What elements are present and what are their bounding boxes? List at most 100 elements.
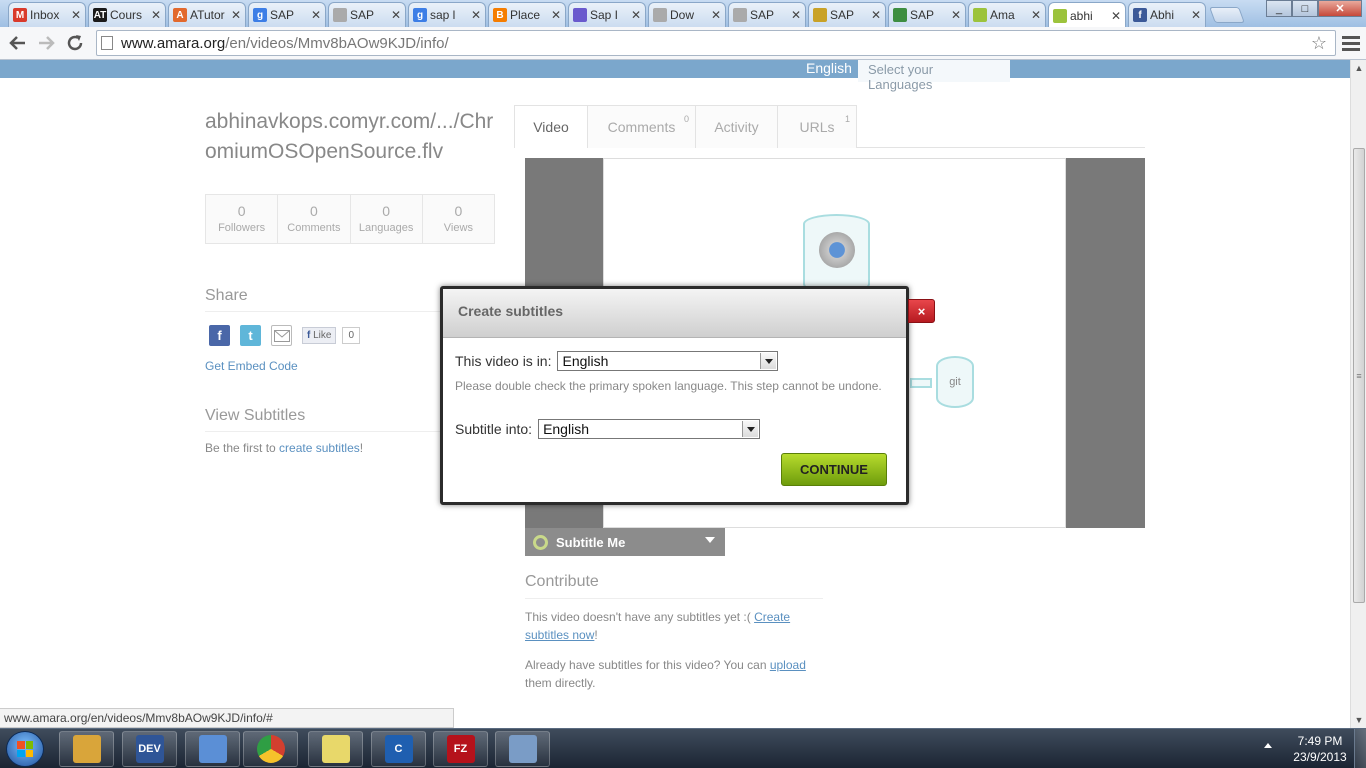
- taskbar-ccleaner[interactable]: C: [371, 731, 426, 767]
- minimize-button[interactable]: _: [1266, 0, 1292, 17]
- taskbar-chrome[interactable]: [243, 731, 298, 767]
- browser-tab[interactable]: A ATutor ✕: [168, 2, 246, 27]
- facebook-like-widget: f Like 0: [302, 327, 361, 344]
- scroll-up-arrow-icon[interactable]: ▲: [1351, 60, 1366, 76]
- subtitle-language-value: English: [543, 421, 589, 437]
- stat-views: 0 Views: [423, 195, 494, 243]
- browser-tab[interactable]: SAP ✕: [888, 2, 966, 27]
- browser-tab[interactable]: f Abhi ✕: [1128, 2, 1206, 27]
- current-language[interactable]: English: [806, 60, 852, 76]
- taskbar-dev[interactable]: DEV: [122, 731, 177, 767]
- video-language-select[interactable]: English: [557, 351, 779, 371]
- tab-video[interactable]: Video: [514, 105, 588, 148]
- database-graphic: [803, 214, 870, 294]
- scroll-down-arrow-icon[interactable]: ▼: [1351, 712, 1366, 728]
- tab-title: sap l: [430, 8, 456, 22]
- amara-icon: [973, 8, 987, 22]
- upload-prefix: Already have subtitles for this video? Y…: [525, 658, 770, 672]
- start-button[interactable]: [6, 731, 44, 767]
- upload-link[interactable]: upload: [770, 658, 806, 672]
- close-tab-icon[interactable]: ✕: [711, 8, 721, 22]
- tab-title: Sap I: [590, 8, 619, 22]
- maximize-button[interactable]: □: [1292, 0, 1318, 17]
- taskbar-filezilla[interactable]: FZ: [433, 731, 488, 767]
- select-languages-dropdown[interactable]: Select your Languages: [858, 60, 1010, 92]
- get-embed-code-link[interactable]: Get Embed Code: [205, 359, 298, 373]
- tab-comments[interactable]: Comments 0: [587, 105, 696, 148]
- tab-label: Activity: [714, 119, 759, 135]
- video-language-row: This video is in: English: [455, 351, 779, 371]
- show-desktop-button[interactable]: [1354, 729, 1366, 768]
- browser-tab[interactable]: SAP ✕: [808, 2, 886, 27]
- twitter-share-icon[interactable]: t: [240, 325, 261, 346]
- browser-tab[interactable]: AT Cours ✕: [88, 2, 166, 27]
- upload-suffix: them directly.: [525, 676, 596, 690]
- browser-tab[interactable]: g SAP ✕: [248, 2, 326, 27]
- subtitle-language-row: Subtitle into: English: [455, 419, 761, 439]
- vertical-scrollbar[interactable]: ▲ ≡ ▼: [1350, 60, 1366, 728]
- close-tab-icon[interactable]: ✕: [391, 8, 401, 22]
- atutor-orange-icon: A: [173, 8, 187, 22]
- facebook-like-button[interactable]: f Like: [302, 327, 337, 344]
- close-tab-icon[interactable]: ✕: [311, 8, 321, 22]
- subtitle-language-select[interactable]: English: [538, 419, 761, 439]
- taskbar-cube[interactable]: [185, 731, 240, 767]
- chrome-icon: [256, 735, 285, 763]
- tab-activity[interactable]: Activity: [695, 105, 778, 148]
- back-button[interactable]: [6, 32, 30, 54]
- bookmark-star-icon[interactable]: ☆: [1311, 33, 1327, 54]
- cube-icon: [198, 735, 227, 763]
- taskbar-notes[interactable]: [308, 731, 363, 767]
- close-tab-icon[interactable]: ✕: [951, 8, 961, 22]
- close-tab-icon[interactable]: ✕: [71, 8, 81, 22]
- close-tab-icon[interactable]: ✕: [631, 8, 641, 22]
- browser-tab[interactable]: M Inbox ✕: [8, 2, 86, 27]
- continue-button[interactable]: CONTINUE: [781, 453, 887, 486]
- browser-tab[interactable]: Ama ✕: [968, 2, 1046, 27]
- email-share-icon[interactable]: [271, 325, 292, 346]
- system-clock[interactable]: 7:49 PM 23/9/2013: [1280, 733, 1360, 765]
- browser-tab[interactable]: Dow ✕: [648, 2, 726, 27]
- browser-tab[interactable]: g sap l ✕: [408, 2, 486, 27]
- close-tab-icon[interactable]: ✕: [551, 8, 561, 22]
- close-tab-icon[interactable]: ✕: [871, 8, 881, 22]
- browser-tab[interactable]: SAP ✕: [728, 2, 806, 27]
- new-tab-button[interactable]: [1209, 7, 1245, 23]
- facebook-share-icon[interactable]: f: [209, 325, 230, 346]
- close-dialog-button[interactable]: ×: [908, 299, 935, 323]
- connector-graphic: [910, 378, 932, 388]
- stat-value: 0: [382, 203, 391, 219]
- stat-comments: 0 Comments: [278, 195, 351, 243]
- tab-count: 0: [683, 114, 689, 124]
- amara-icon: [1053, 8, 1067, 23]
- address-bar[interactable]: www.amara.org/en/videos/Mmv8bAOw9KJD/inf…: [96, 30, 1336, 56]
- filezilla-icon: FZ: [446, 735, 475, 763]
- close-tab-icon[interactable]: ✕: [1111, 9, 1121, 23]
- browser-tab[interactable]: abhi ✕: [1048, 2, 1126, 28]
- browser-tab[interactable]: SAP ✕: [328, 2, 406, 27]
- dialog-title: Create subtitles: [443, 289, 906, 338]
- browser-tab[interactable]: Sap I ✕: [568, 2, 646, 27]
- forward-button[interactable]: [34, 32, 58, 54]
- chrome-menu-icon[interactable]: [1342, 33, 1360, 53]
- scrollbar-thumb[interactable]: ≡: [1353, 148, 1365, 603]
- tab-urls[interactable]: URLs 1: [777, 105, 857, 148]
- close-tab-icon[interactable]: ✕: [1031, 8, 1041, 22]
- close-tab-icon[interactable]: ✕: [151, 8, 161, 22]
- reload-button[interactable]: [63, 32, 87, 54]
- window-controls: _ □ ✕: [1266, 0, 1362, 17]
- tab-title: Place: [510, 8, 541, 22]
- close-tab-icon[interactable]: ✕: [231, 8, 241, 22]
- close-tab-icon[interactable]: ✕: [471, 8, 481, 22]
- close-window-button[interactable]: ✕: [1318, 0, 1362, 17]
- close-tab-icon[interactable]: ✕: [1191, 8, 1201, 22]
- taskbar-paint[interactable]: [495, 731, 550, 767]
- create-subtitles-link[interactable]: create subtitles: [279, 441, 360, 455]
- browser-tab[interactable]: B Place ✕: [488, 2, 566, 27]
- taskbar-explorer[interactable]: [59, 731, 114, 767]
- close-tab-icon[interactable]: ✕: [791, 8, 801, 22]
- tab-title: SAP: [350, 8, 375, 22]
- subtitle-me-button[interactable]: Subtitle Me: [525, 528, 725, 556]
- tray-expand-icon[interactable]: [1264, 743, 1272, 748]
- status-bubble: www.amara.org/en/videos/Mmv8bAOw9KJD/inf…: [0, 708, 454, 728]
